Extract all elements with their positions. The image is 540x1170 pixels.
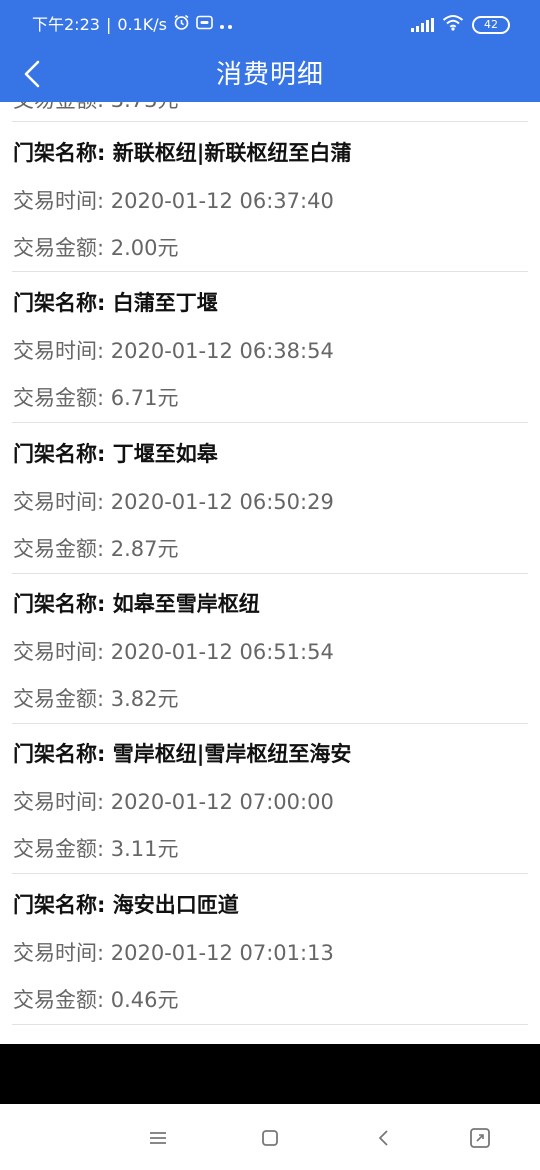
battery-icon: 42 xyxy=(472,15,510,34)
trade-amount-value: 6.71元 xyxy=(110,386,179,410)
status-time: 下午2:23 xyxy=(32,15,100,34)
trade-time-value: 2020-01-12 06:37:40 xyxy=(110,189,334,213)
trade-time-label: 交易时间: xyxy=(13,790,105,814)
list-item[interactable]: 门架名称: 如皋至雪岸枢纽 交易时间: 2020-01-12 06:51:54 … xyxy=(13,573,528,723)
status-right: 42 xyxy=(411,14,510,35)
trade-time-row: 交易时间: 2020-01-12 06:37:40 xyxy=(13,187,334,215)
black-band xyxy=(0,1044,540,1104)
gantry-name-row: 门架名称: 白蒲至丁堰 xyxy=(13,289,218,317)
trade-amount-row: 交易金额: 3.11元 xyxy=(13,835,179,863)
system-nav-bar xyxy=(0,1104,540,1170)
trade-time-label: 交易时间: xyxy=(13,189,105,213)
trade-time-value: 2020-01-12 06:51:54 xyxy=(110,640,334,664)
trade-amount-row: 交易金额: 2.00元 xyxy=(13,234,179,262)
trade-amount-label: 交易金额: xyxy=(13,988,105,1012)
wifi-icon xyxy=(442,14,464,35)
trade-amount-row: 交易金额: 2.87元 xyxy=(13,535,179,563)
screenshot-button[interactable] xyxy=(466,1124,494,1152)
gantry-name-value: 海安出口匝道 xyxy=(112,893,239,917)
gantry-name-row: 门架名称: 丁堰至如皋 xyxy=(13,440,218,468)
gantry-name-value: 如皋至雪岸枢纽 xyxy=(112,592,260,616)
trade-time-row: 交易时间: 2020-01-12 06:38:54 xyxy=(13,337,334,365)
gantry-name-label: 门架名称: xyxy=(13,291,106,315)
trade-amount-label: 交易金额: xyxy=(13,236,105,260)
gantry-name-label: 门架名称: xyxy=(13,893,106,917)
more-dots-icon xyxy=(219,15,233,35)
status-bar: 下午2:23 | 0.1K/s 42 xyxy=(0,0,540,48)
trade-amount-value: 2.00元 xyxy=(110,236,179,260)
trade-time-row: 交易时间: 2020-01-12 06:50:29 xyxy=(13,488,334,516)
trade-time-label: 交易时间: xyxy=(13,490,105,514)
trade-time-value: 2020-01-12 07:00:00 xyxy=(110,790,334,814)
trade-time-label: 交易时间: xyxy=(13,941,105,965)
gantry-name-row: 门架名称: 海安出口匝道 xyxy=(13,891,239,919)
gantry-name-label: 门架名称: xyxy=(13,141,106,165)
trade-time-row: 交易时间: 2020-01-12 06:51:54 xyxy=(13,638,334,666)
status-separator: | xyxy=(105,15,112,34)
trade-amount-value: 3.11元 xyxy=(110,837,179,861)
trade-amount-row: 交易金额: 6.71元 xyxy=(13,384,179,412)
back-icon xyxy=(379,1130,388,1146)
gantry-name-label: 门架名称: xyxy=(13,592,106,616)
trade-amount-row: 交易金额: 3.82元 xyxy=(13,685,179,713)
home-button[interactable] xyxy=(256,1124,284,1152)
gantry-name-label: 门架名称: xyxy=(13,442,106,466)
trade-amount-value: 0.46元 xyxy=(110,988,179,1012)
app-header: 下午2:23 | 0.1K/s 42 消费明细 xyxy=(0,0,540,102)
list-item[interactable]: 门架名称: 白蒲至丁堰 交易时间: 2020-01-12 06:38:54 交易… xyxy=(13,272,528,422)
list-item[interactable]: 门架名称: 丁堰至如皋 交易时间: 2020-01-12 06:50:29 交易… xyxy=(13,423,528,573)
trade-time-label: 交易时间: xyxy=(13,640,105,664)
partial-amount-row: 交易金额: 3.73元 xyxy=(13,102,179,112)
network-speed: 0.1K/s xyxy=(117,15,167,34)
nav-row: 消费明细 xyxy=(0,48,540,102)
divider xyxy=(12,1024,528,1025)
trade-amount-value: 2.87元 xyxy=(110,537,179,561)
trade-amount-value: 3.82元 xyxy=(110,687,179,711)
trade-time-value: 2020-01-12 07:01:13 xyxy=(110,941,334,965)
trade-time-value: 2020-01-12 06:50:29 xyxy=(110,490,334,514)
trade-amount-label: 交易金额: xyxy=(13,386,105,410)
alarm-icon xyxy=(173,14,190,36)
vpn-icon xyxy=(196,15,213,35)
system-back-button[interactable] xyxy=(370,1124,398,1152)
trade-amount-row: 交易金额: 0.46元 xyxy=(13,986,179,1014)
transaction-list[interactable]: 交易金额: 3.73元 门架名称: 新联枢纽|新联枢纽至白蒲 交易时间: 202… xyxy=(0,102,540,1044)
menu-icon xyxy=(150,1132,166,1144)
gantry-name-value: 新联枢纽|新联枢纽至白蒲 xyxy=(112,141,352,165)
gantry-name-label: 门架名称: xyxy=(13,742,106,766)
gantry-name-value: 丁堰至如皋 xyxy=(112,442,218,466)
trade-time-value: 2020-01-12 06:38:54 xyxy=(110,339,334,363)
page-title: 消费明细 xyxy=(215,60,324,90)
trade-time-row: 交易时间: 2020-01-12 07:00:00 xyxy=(13,788,334,816)
menu-button[interactable] xyxy=(144,1124,172,1152)
trade-amount-label: 交易金额: xyxy=(13,687,105,711)
signal-icon xyxy=(411,17,434,32)
trade-time-row: 交易时间: 2020-01-12 07:01:13 xyxy=(13,939,334,967)
gantry-name-row: 门架名称: 如皋至雪岸枢纽 xyxy=(13,590,260,618)
screenshot-icon xyxy=(470,1128,490,1148)
status-left: 下午2:23 | 0.1K/s xyxy=(32,14,233,36)
home-icon xyxy=(262,1130,278,1146)
trade-amount-label: 交易金额: xyxy=(13,537,105,561)
list-item[interactable]: 门架名称: 新联枢纽|新联枢纽至白蒲 交易时间: 2020-01-12 06:3… xyxy=(13,122,528,272)
gantry-name-row: 门架名称: 雪岸枢纽|雪岸枢纽至海安 xyxy=(13,740,351,768)
trade-time-label: 交易时间: xyxy=(13,339,105,363)
gantry-name-value: 雪岸枢纽|雪岸枢纽至海安 xyxy=(112,742,352,766)
screen: 下午2:23 | 0.1K/s 42 消费明细 门架名称: 新联枢纽|新联枢纽至… xyxy=(0,0,540,1170)
gantry-name-value: 白蒲至丁堰 xyxy=(112,291,218,315)
gantry-name-row: 门架名称: 新联枢纽|新联枢纽至白蒲 xyxy=(13,139,351,167)
list-item[interactable]: 门架名称: 海安出口匝道 交易时间: 2020-01-12 07:01:13 交… xyxy=(13,874,528,1024)
trade-amount-label: 交易金额: xyxy=(13,837,105,861)
list-item[interactable]: 门架名称: 雪岸枢纽|雪岸枢纽至海安 交易时间: 2020-01-12 07:0… xyxy=(13,723,528,873)
